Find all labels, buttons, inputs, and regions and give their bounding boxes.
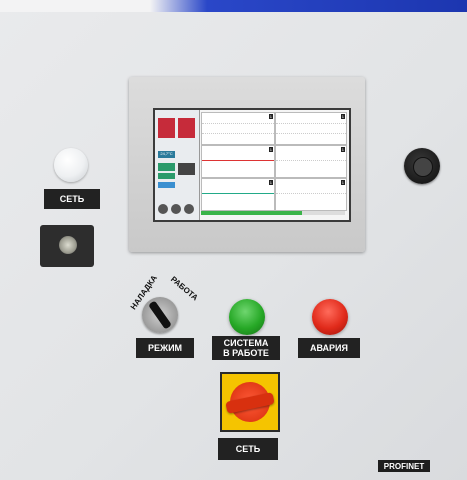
hmi-nav-button[interactable]: [158, 204, 168, 214]
rotary-disconnect-icon[interactable]: [220, 372, 280, 432]
hmi-chart-value: 1: [268, 147, 273, 152]
hmi-trend-chart: 1: [201, 145, 275, 178]
hmi-sidebar: 24,7°C: [155, 110, 200, 220]
alarm-label: АВАРИЯ: [298, 338, 360, 358]
hmi-temperature-readout: 24,7°C: [158, 151, 175, 158]
key-switch-icon[interactable]: [40, 225, 94, 267]
hmi-trend-chart: 1: [275, 112, 347, 145]
hmi-tile[interactable]: [158, 173, 175, 179]
hmi-trend-chart: 1: [201, 112, 275, 145]
power-pilot-lamp-icon: [54, 148, 88, 182]
mode-label: РЕЖИМ: [136, 338, 194, 358]
hmi-chart-value: 1: [340, 147, 345, 152]
hmi-tile[interactable]: [158, 118, 175, 138]
hmi-chart-value: 1: [268, 180, 273, 185]
hmi-nav-button[interactable]: [184, 204, 194, 214]
hmi-progress-bar: [201, 211, 345, 215]
power-label: СЕТЬ: [44, 189, 100, 209]
main-power-label: СЕТЬ: [218, 438, 278, 460]
hmi-trend-chart: 1: [201, 178, 275, 211]
hmi-chart-value: 1: [268, 114, 273, 119]
control-cabinet-door: 24,7°C 1 1 1 1 1 1 СЕТЬ НАЛАДКА РАБОТА Р…: [0, 0, 467, 480]
system-running-label: СИСТЕМА В РАБОТЕ: [212, 336, 280, 360]
hmi-tile[interactable]: [178, 163, 195, 175]
background-accent: [150, 0, 467, 12]
selector-position-run: РАБОТА: [168, 274, 200, 303]
hmi-trend-chart: 1: [275, 145, 347, 178]
profinet-label: PROFINET: [378, 460, 430, 472]
hmi-nav-button[interactable]: [171, 204, 181, 214]
emergency-stop-icon[interactable]: [404, 148, 440, 184]
hmi-chart-value: 1: [340, 114, 345, 119]
hmi-screen[interactable]: 24,7°C 1 1 1 1 1 1: [153, 108, 351, 222]
hmi-tile[interactable]: [158, 182, 175, 188]
alarm-lamp-icon[interactable]: [312, 299, 348, 335]
system-running-lamp-icon[interactable]: [229, 299, 265, 335]
hmi-tile[interactable]: [158, 163, 175, 171]
hmi-tile[interactable]: [178, 118, 195, 138]
hmi-chart-value: 1: [340, 180, 345, 185]
hmi-trend-chart: 1: [275, 178, 347, 211]
